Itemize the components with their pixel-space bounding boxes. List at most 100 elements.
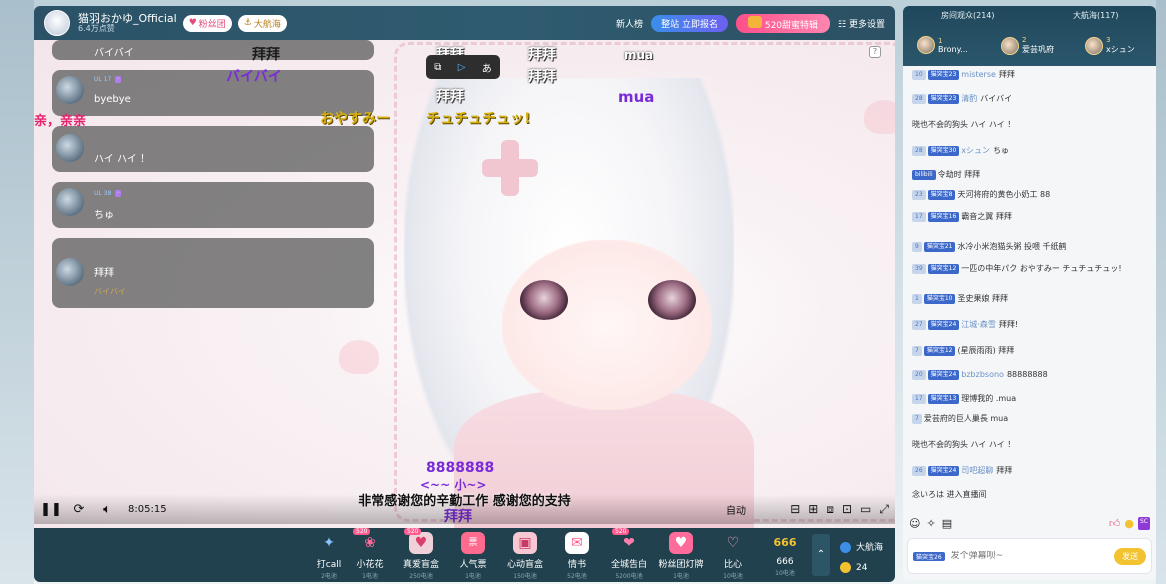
fan-medal-badge[interactable]: 猫突宝24 bbox=[927, 369, 960, 380]
fan-club-button[interactable]: ♥ 粉丝团 bbox=[182, 14, 232, 32]
translate-icon[interactable]: あ bbox=[482, 60, 492, 75]
chat-message[interactable]: 7 猫突宝12 (星辰雨雨) 拜拜 bbox=[912, 344, 1148, 358]
chat-message[interactable]: bilibili 令劫时 拜拜 bbox=[912, 168, 1148, 182]
chat-message[interactable]: 28 猫突宝23 清酌 バイバイ bbox=[912, 92, 1148, 106]
chat-message[interactable]: 39 猫突宝12 一匹の中年パク おやすみー チュチュチュッ! bbox=[912, 262, 1148, 276]
chat-message[interactable]: 9 猫突宝21 水冷小米泡猫头粥 投喂 千纸鹤 bbox=[912, 240, 1148, 254]
fleet-entry[interactable]: 大航海 bbox=[840, 538, 883, 558]
gift-item[interactable]: ▣ 心动盲盒 150电池 bbox=[502, 532, 548, 580]
fan-medal-badge[interactable]: 猫突宝21 bbox=[923, 241, 956, 252]
chat-message[interactable]: 晓也不会的狗头 ハイ ハイ ！ bbox=[912, 118, 1148, 132]
gift-item[interactable]: 520 ❤ 全城告白 5200电池 bbox=[606, 528, 652, 580]
send-button[interactable]: 发送 bbox=[1114, 547, 1146, 565]
fan-medal-badge[interactable]: 猫突宝10 bbox=[923, 293, 956, 304]
fan-medal-badge[interactable]: 猫突宝24 bbox=[927, 465, 960, 476]
bubble-meta: UL 17 · bbox=[94, 76, 122, 83]
emoji-icon[interactable]: ☺ bbox=[909, 517, 920, 530]
fan-medal-badge[interactable]: 猫突宝24 bbox=[927, 319, 960, 330]
gift-item[interactable]: 520 ♥ 真爱盲盒 250电池 bbox=[398, 528, 444, 580]
expand-gifts-button[interactable]: ⌃ bbox=[812, 534, 830, 576]
rank-item[interactable]: 3 xシュン bbox=[1085, 36, 1135, 55]
webfullscreen-icon[interactable]: ⊡ bbox=[842, 502, 852, 517]
rank-item[interactable]: 2 爱芸巩府 bbox=[1001, 36, 1054, 55]
screenshot-icon[interactable]: ⧈ bbox=[826, 502, 834, 517]
live-player: 猫羽おかゆ_Official 6.4万点赞 ♥ 粉丝团 ⚓ 大航海 新人榜 整站… bbox=[34, 6, 895, 582]
bubble-meta: UL 38 · bbox=[94, 190, 122, 197]
danmaku-settings-icon[interactable]: ⊞ bbox=[808, 502, 818, 517]
new-rank-link[interactable]: 新人榜 bbox=[616, 17, 643, 30]
gift-item[interactable]: ♡ 比心 10电池 bbox=[710, 532, 756, 580]
gift-item[interactable]: 520 ❀ 小花花 1电池 bbox=[347, 528, 393, 580]
pip-icon[interactable]: ⧉ bbox=[434, 62, 441, 73]
glowstick-icon: ✦ bbox=[323, 535, 335, 551]
quality-selector[interactable]: 自动 bbox=[726, 502, 746, 517]
help-button[interactable]: ? bbox=[869, 46, 881, 58]
gift-item[interactable]: 666 666 10电池 bbox=[762, 532, 808, 577]
gift-item[interactable]: 票 人气票 1电池 bbox=[450, 532, 496, 580]
danmaku: チュチュチュッ! bbox=[426, 111, 531, 127]
face-icon[interactable]: ● bbox=[1124, 517, 1134, 530]
username[interactable]: misterse bbox=[961, 70, 996, 79]
top-right-links: 新人榜 整站 立即报名 520甜蜜特辑 ☷ 更多设置 bbox=[616, 13, 895, 33]
chat-message[interactable]: 1 猫突宝10 圣史果娘 拜拜 bbox=[912, 292, 1148, 306]
fan-medal-badge[interactable]: 猫突宝8 bbox=[927, 189, 956, 200]
fan-medal-badge[interactable]: 猫突宝23 bbox=[927, 93, 960, 104]
refresh-icon[interactable]: ⟳ bbox=[68, 500, 90, 518]
message-text: 天河将府的黄色小奶工 88 bbox=[957, 190, 1051, 199]
username[interactable]: 司吧超聊 bbox=[961, 466, 993, 475]
gift-item[interactable]: ♥ 粉丝团灯牌 1电池 bbox=[658, 532, 704, 580]
superchat-button[interactable]: SC bbox=[1138, 516, 1150, 530]
like-icon[interactable]: 👍︎ bbox=[1109, 517, 1121, 530]
username[interactable]: 江城·森雪 bbox=[961, 320, 996, 329]
chat-message[interactable]: 20 猫突宝24 bzbzbsono 88888888 bbox=[912, 368, 1148, 382]
gift-item[interactable]: ✉ 情书 52电池 bbox=[554, 532, 600, 580]
play-mode-icon[interactable]: ▷ bbox=[458, 62, 466, 73]
message-text: 一匹の中年パク おやすみー チュチュチュッ! bbox=[961, 264, 1122, 273]
fan-medal-badge[interactable]: 猫突宝16 bbox=[927, 211, 960, 222]
video-area[interactable]: バイバイ UL 17 · byebye ハイ ハイ ！ UL 38 · ちゅ 拜拜 … bbox=[34, 40, 895, 528]
chat-message[interactable]: 10 猫突宝23 misterse 拜拜 bbox=[912, 68, 1148, 82]
chat-message[interactable]: 26 猫突宝24 司吧超聊 拜拜 bbox=[912, 464, 1148, 478]
fan-medal-badge[interactable]: 猫突宝13 bbox=[927, 393, 960, 404]
chat-message[interactable]: 23 猫突宝8 天河将府的黄色小奶工 88 bbox=[912, 188, 1148, 202]
volume-icon[interactable]: 🔈︎ bbox=[96, 500, 118, 518]
pause-icon[interactable]: ❚❚ bbox=[40, 500, 62, 518]
520-event-badge[interactable]: 520甜蜜特辑 bbox=[735, 13, 831, 33]
fan-medal-badge[interactable]: 猫突宝12 bbox=[923, 345, 956, 356]
username[interactable]: 清酌 bbox=[961, 94, 977, 103]
theater-mode-icon[interactable]: ▭ bbox=[860, 502, 871, 517]
chat-message[interactable]: 27 猫突宝24 江城·森雪 拜拜! bbox=[912, 318, 1148, 332]
danmaku-style-icon[interactable]: ▤ bbox=[942, 517, 952, 530]
tab-audience[interactable]: 房间观众(214) bbox=[941, 10, 995, 21]
sparkle-icon[interactable]: ✧ bbox=[926, 517, 935, 530]
fleet-button[interactable]: ⚓ 大航海 bbox=[237, 14, 287, 32]
fan-medal-badge[interactable]: 猫突宝23 bbox=[927, 69, 960, 80]
medal-badge[interactable]: 猫突宝26 bbox=[913, 551, 945, 561]
danmaku-toggle-icon[interactable]: ⊟ bbox=[790, 502, 800, 517]
danmaku-list[interactable]: 10 猫突宝23 misterse 拜拜 28 猫突宝23 清酌 バイバイ 晓也不会的狗头 ハイ… bbox=[903, 66, 1156, 510]
chat-message[interactable]: 28 猫突宝30 xシュン ちゅ bbox=[912, 144, 1148, 158]
signup-badge[interactable]: 整站 立即报名 bbox=[651, 14, 728, 32]
anchor-name[interactable]: 猫羽おかゆ_Official bbox=[78, 12, 177, 25]
chat-message[interactable]: 念いろは 进入直播间 bbox=[912, 488, 1148, 502]
bubble-subtext: バイバイ bbox=[94, 287, 126, 296]
fan-medal-badge[interactable]: 猫突宝30 bbox=[927, 145, 960, 156]
character-face bbox=[502, 240, 712, 410]
username[interactable]: bzbzbsono bbox=[961, 370, 1004, 379]
chat-message[interactable]: 7 爱芸府的巨人巢長 mua bbox=[912, 412, 1148, 426]
battery-entry[interactable]: 24 bbox=[840, 558, 883, 578]
username[interactable]: xシュン bbox=[961, 146, 990, 155]
avatar bbox=[56, 258, 84, 286]
anchor-avatar[interactable] bbox=[44, 10, 70, 36]
more-settings-link[interactable]: ☷ 更多设置 bbox=[838, 17, 885, 30]
chat-message[interactable]: 晓也不会的狗头 ハイ ハイ ！ bbox=[912, 438, 1148, 452]
fan-medal-badge[interactable]: bilibili bbox=[912, 169, 936, 180]
gift-item[interactable]: ✦ 打call 2电池 bbox=[306, 532, 352, 580]
rank-item[interactable]: 1 Brony... bbox=[917, 36, 968, 54]
chat-message[interactable]: 17 猫突宝13 理博我的 .mua bbox=[912, 392, 1148, 406]
chat-message[interactable]: 17 猫突宝16 霸音之翼 拜拜 bbox=[912, 210, 1148, 224]
fullscreen-icon[interactable]: ⤢ bbox=[879, 502, 889, 517]
fan-medal-badge[interactable]: 猫突宝12 bbox=[927, 263, 960, 274]
danmaku-input[interactable] bbox=[950, 551, 1114, 561]
tab-fleet[interactable]: 大航海(117) bbox=[1073, 10, 1119, 21]
